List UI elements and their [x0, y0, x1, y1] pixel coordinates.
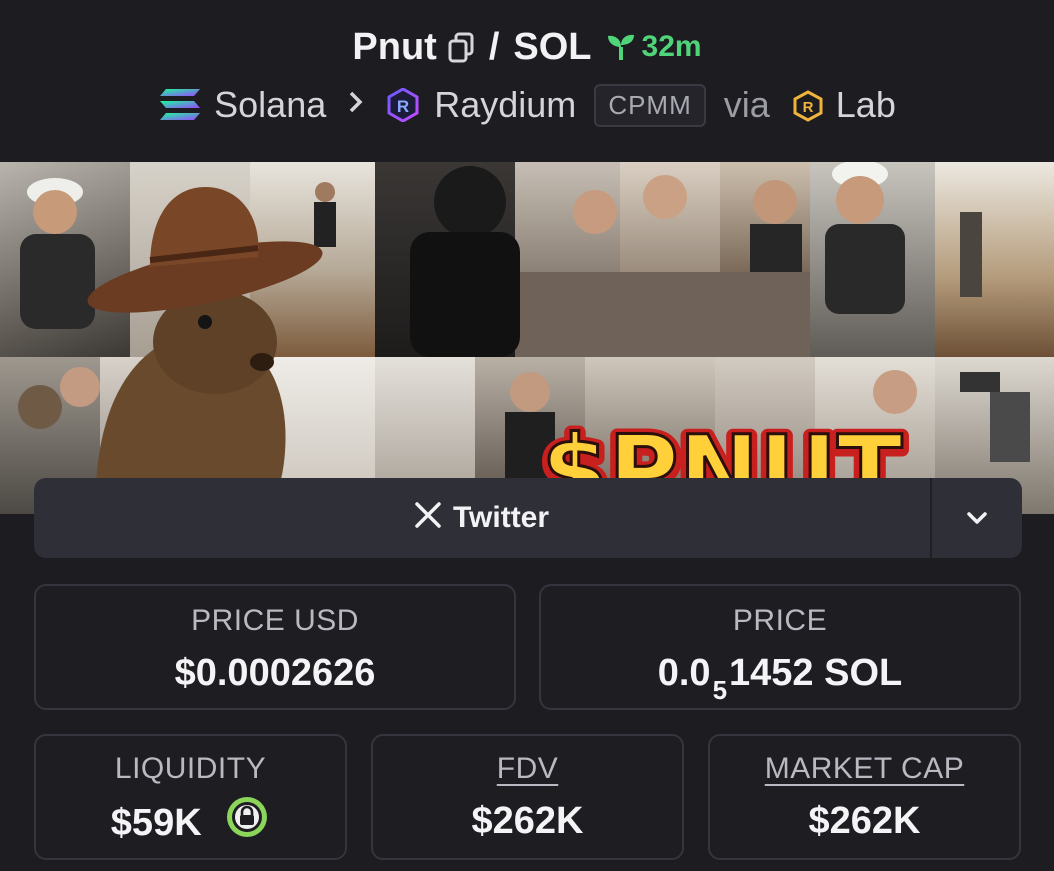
- breadcrumb: Solana R Raydium CPMM via R Lab: [0, 80, 1054, 130]
- market-cap-card: MARKET CAP $262K: [708, 734, 1021, 860]
- seedling-icon: [607, 34, 634, 60]
- svg-text:R: R: [397, 97, 409, 116]
- copy-icon[interactable]: [447, 31, 475, 63]
- price-usd-value: $0.0002626: [174, 652, 376, 694]
- pair-age: 32m: [606, 30, 702, 64]
- raydium-icon: R: [386, 87, 420, 123]
- lock-icon[interactable]: [224, 794, 270, 850]
- market-cap-label[interactable]: MARKET CAP: [710, 752, 1019, 786]
- liquidity-value: $59K: [110, 802, 202, 845]
- price-usd-card: PRICE USD $0.0002626: [34, 584, 516, 710]
- fdv-card: FDV $262K: [371, 734, 684, 860]
- launchpad-link[interactable]: Lab: [836, 84, 896, 126]
- twitter-label: Twitter: [452, 501, 550, 534]
- price-native-label: PRICE: [732, 604, 828, 637]
- price-digits: 1452: [729, 652, 814, 694]
- market-cap-value: $262K: [808, 800, 921, 842]
- twitter-button[interactable]: Twitter: [34, 478, 930, 558]
- quote-symbol: SOL: [513, 25, 592, 68]
- chevron-down-icon: [967, 512, 987, 524]
- dex-link[interactable]: Raydium: [434, 84, 576, 126]
- socials-dropdown-button[interactable]: [930, 478, 1022, 558]
- liquidity-card: LIQUIDITY $59K: [34, 734, 347, 860]
- pair-title: Pnut / SOL 32m: [0, 24, 1054, 70]
- chain-link[interactable]: Solana: [214, 84, 326, 126]
- liquidity-value-row: $59K: [36, 797, 345, 850]
- socials-bar: Twitter: [34, 478, 1022, 558]
- price-native-card: PRICE 0.051452 SOL: [539, 584, 1021, 710]
- price-unit: SOL: [824, 652, 903, 694]
- solana-icon: [158, 87, 202, 123]
- svg-text:R: R: [802, 99, 813, 116]
- via-label: via: [723, 84, 770, 125]
- chevron-right-icon: [348, 89, 364, 121]
- price-prefix: 0.0: [657, 652, 711, 694]
- pool-type-badge: CPMM: [594, 83, 706, 127]
- token-banner-image: $PNUT $PNUT: [0, 162, 1054, 514]
- price-native-value: 0.051452 SOL: [541, 652, 1019, 705]
- x-logo-icon: [415, 501, 441, 535]
- pair-age-value: 32m: [641, 30, 702, 63]
- token-symbol: Pnut: [352, 25, 437, 68]
- fdv-label[interactable]: FDV: [373, 752, 682, 786]
- pair-separator: /: [488, 25, 500, 68]
- price-zero-count: 5: [712, 675, 728, 705]
- fdv-value: $262K: [471, 800, 584, 842]
- lab-icon: R: [792, 89, 824, 122]
- liquidity-label: LIQUIDITY: [114, 752, 267, 785]
- price-usd-label: PRICE USD: [191, 604, 359, 637]
